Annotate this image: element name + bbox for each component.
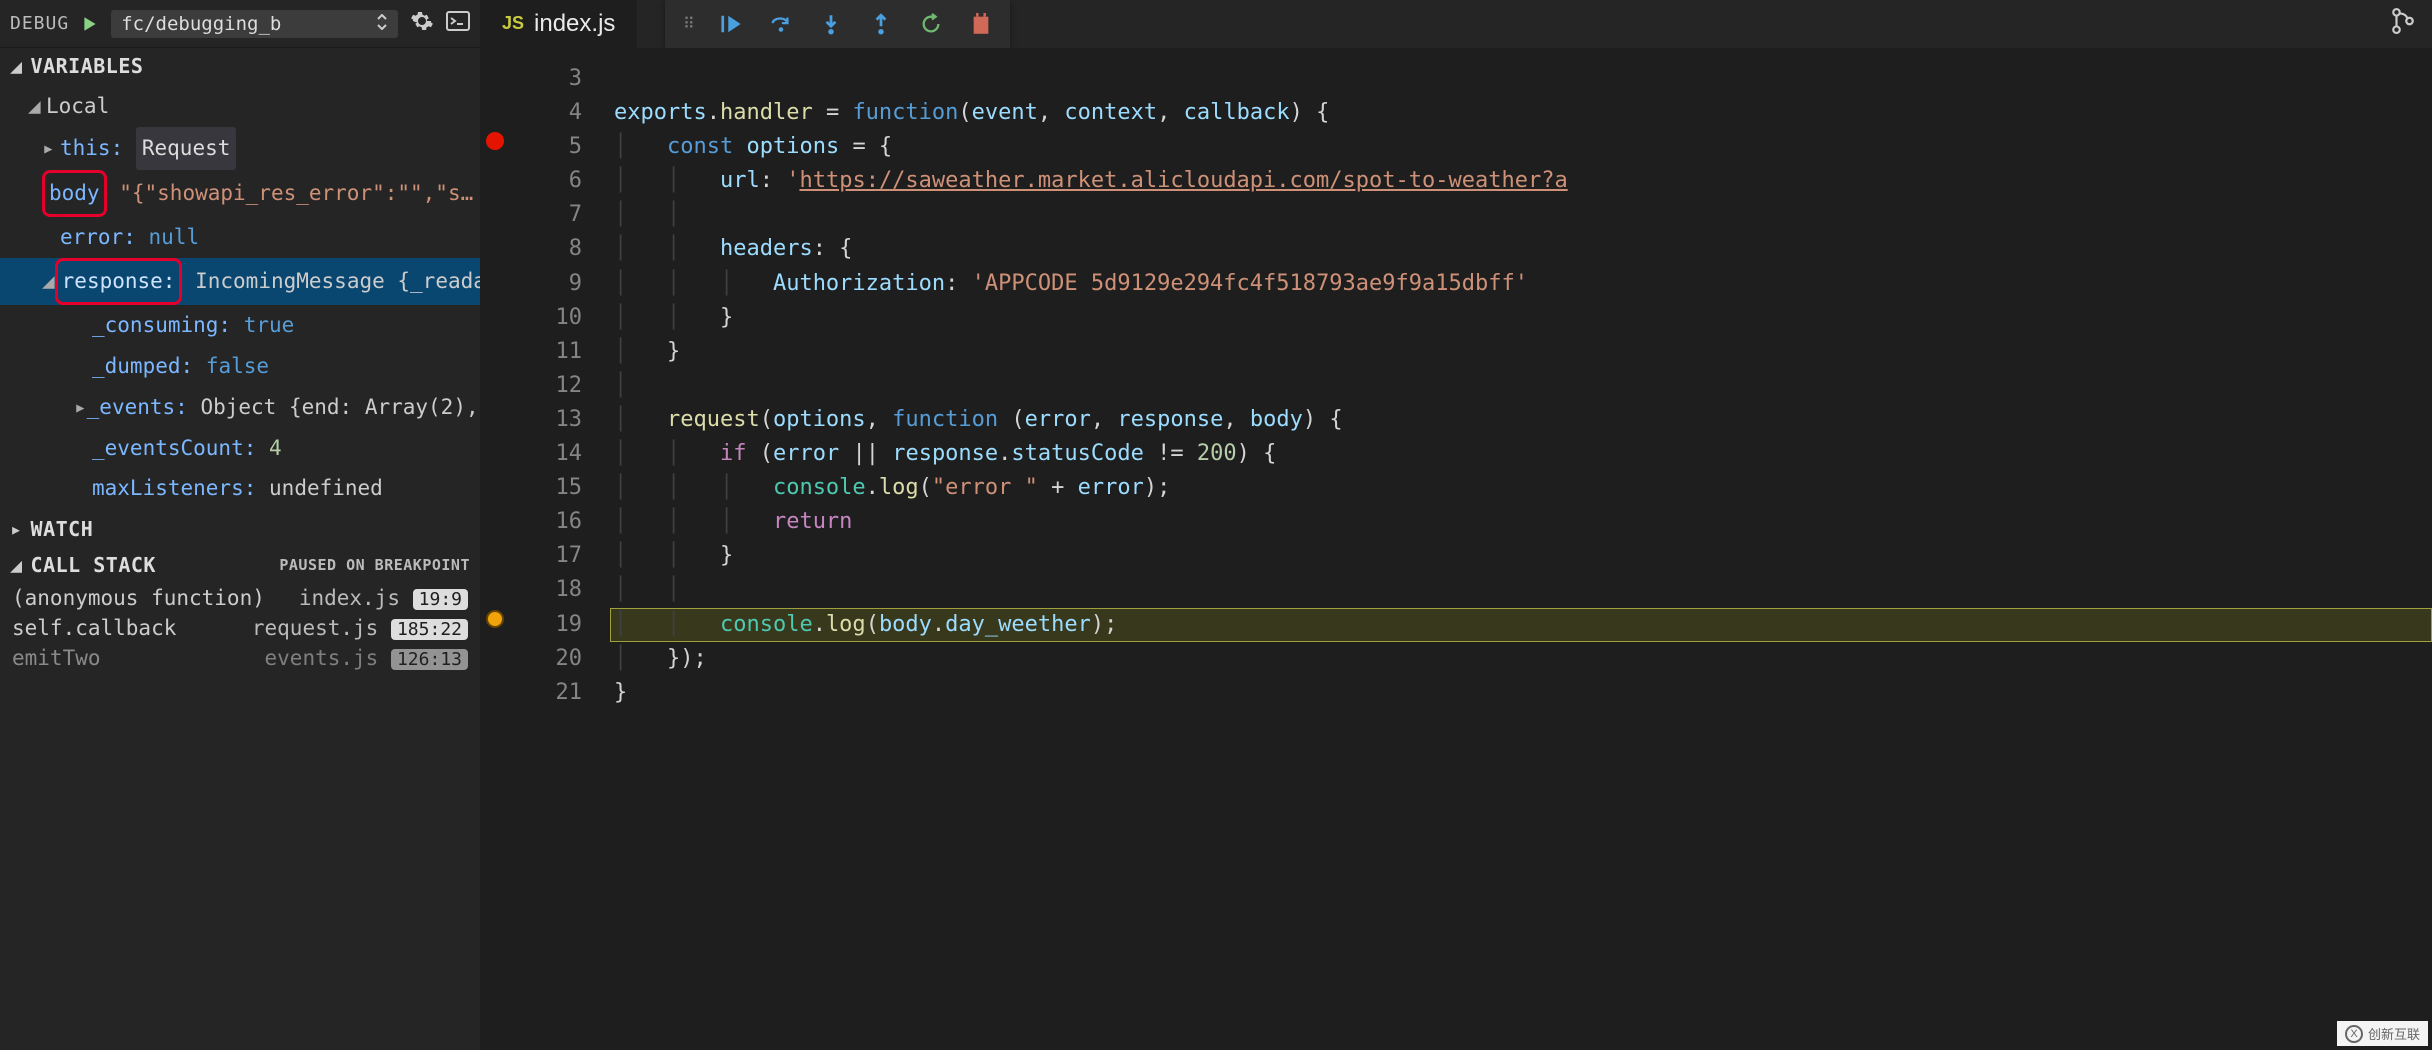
continue-button[interactable] [720, 13, 742, 35]
var-events[interactable]: ▸_events: Object {end: Array(2), … [0, 387, 480, 428]
current-breakpoint-icon[interactable] [486, 610, 504, 628]
var-error[interactable]: error: null [0, 217, 480, 258]
chevron-right-icon: ▸ [42, 128, 60, 169]
callstack-frame[interactable]: (anonymous function) index.js 19:9 [0, 583, 480, 613]
chevron-down-icon: ◢ [10, 553, 23, 577]
step-into-button[interactable] [820, 13, 842, 35]
grip-icon[interactable]: ⠿ [683, 14, 692, 33]
var-response[interactable]: ◢ response: IncomingMessage {_reada… [0, 258, 480, 305]
tab-filename: index.js [534, 10, 615, 38]
debug-toolbar: ⠿ [665, 0, 1010, 48]
callstack-frame[interactable]: self.callback request.js 185:22 [0, 613, 480, 643]
dropdown-chevron-icon [376, 13, 388, 35]
callstack-frame[interactable]: emitTwo events.js 126:13 [0, 643, 480, 673]
chevron-right-icon: ▸ [74, 387, 87, 428]
var-maxlisteners[interactable]: maxListeners: undefined [0, 468, 480, 509]
code-editor[interactable]: 3 4 5 6 7 8 9 10 11 12 13 14 15 16 17 18… [480, 48, 2432, 1050]
scope-local[interactable]: ◢ Local [0, 86, 480, 127]
source-control-icon[interactable] [2390, 8, 2416, 39]
chevron-down-icon: ◢ [28, 86, 46, 127]
js-file-icon: JS [502, 13, 524, 34]
variables-section-header[interactable]: ◢VARIABLES [0, 48, 480, 84]
debug-console-icon[interactable] [446, 11, 470, 36]
var-consuming[interactable]: _consuming: true [0, 305, 480, 346]
code-content[interactable]: exports.handler = function(event, contex… [596, 48, 2432, 1050]
callstack-section-header[interactable]: ◢CALL STACK PAUSED ON BREAKPOINT [0, 547, 480, 583]
var-body[interactable]: body "{"showapi_res_error":"","s… [0, 170, 480, 217]
restart-button[interactable] [920, 13, 942, 35]
variables-tree: ◢ Local ▸ this: Request body "{"showapi_… [0, 84, 480, 511]
start-debug-button[interactable] [81, 15, 99, 33]
gear-icon[interactable] [410, 9, 434, 38]
step-over-button[interactable] [770, 13, 792, 35]
debug-config-dropdown[interactable]: fc/debugging_b [111, 10, 398, 38]
var-this[interactable]: ▸ this: Request [0, 127, 480, 170]
stop-button[interactable] [970, 13, 992, 35]
debug-config-name: fc/debugging_b [121, 13, 281, 35]
watch-section-header[interactable]: ▸WATCH [0, 511, 480, 547]
line-gutter: 3 4 5 6 7 8 9 10 11 12 13 14 15 16 17 18… [480, 48, 596, 1050]
var-dumped[interactable]: _dumped: false [0, 346, 480, 387]
watermark: X创新互联 [2337, 1021, 2428, 1046]
callstack-status: PAUSED ON BREAKPOINT [279, 556, 470, 574]
step-out-button[interactable] [870, 13, 892, 35]
chevron-down-icon: ◢ [42, 261, 55, 302]
chevron-down-icon: ◢ [10, 54, 23, 78]
editor-tab[interactable]: JS index.js [480, 0, 637, 48]
breakpoint-icon[interactable] [486, 132, 504, 150]
chevron-right-icon: ▸ [10, 517, 23, 541]
debug-title: DEBUG [10, 13, 69, 34]
var-eventscount[interactable]: _eventsCount: 4 [0, 428, 480, 469]
